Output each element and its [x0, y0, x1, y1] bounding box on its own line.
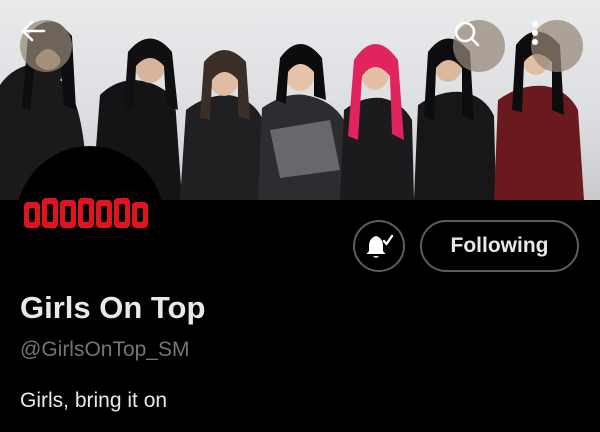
search-button[interactable] [453, 20, 505, 72]
back-button[interactable] [20, 20, 72, 72]
bell-check-icon [366, 234, 394, 258]
profile-avatar[interactable] [16, 146, 164, 294]
red-logo-avatar [24, 198, 148, 228]
following-button[interactable]: Following [420, 220, 579, 272]
profile-name: Girls On Top [20, 290, 206, 325]
more-button[interactable] [531, 20, 583, 72]
profile-handle: @GirlsOnTop_SM [20, 338, 190, 361]
arrow-left-icon [21, 20, 46, 42]
search-icon [454, 21, 480, 47]
notifications-button[interactable] [353, 220, 405, 272]
more-vertical-icon [532, 21, 538, 45]
profile-bio: Girls, bring it on [20, 389, 168, 412]
